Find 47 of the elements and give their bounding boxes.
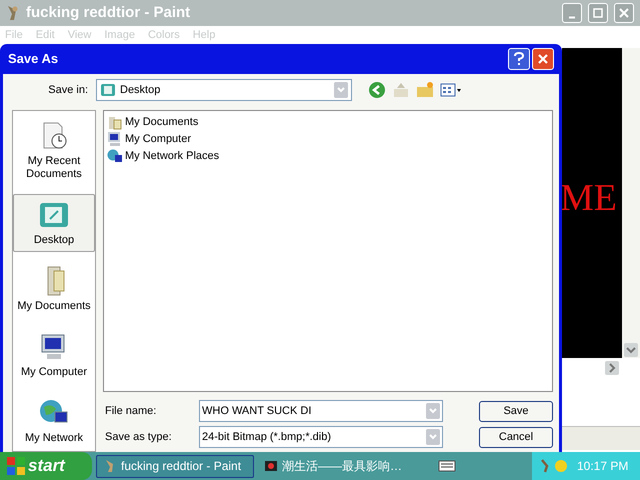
window-title: fucking reddtior - Paint	[26, 2, 192, 23]
places-item[interactable]: My Computer	[13, 326, 95, 384]
close-icon	[537, 53, 549, 65]
places-item[interactable]: My Documents	[13, 260, 95, 318]
places-item[interactable]: My Network	[13, 392, 95, 450]
scroll-down-icon	[624, 343, 638, 357]
minimize-button[interactable]	[562, 3, 582, 23]
folder-list-entry[interactable]: My Network Places	[125, 148, 220, 164]
cancel-button[interactable]: Cancel	[479, 427, 553, 448]
close-icon	[618, 7, 630, 19]
field-label: File name:	[104, 404, 158, 419]
app-icon	[264, 459, 278, 473]
close-button[interactable]	[614, 3, 634, 23]
places-item[interactable]: Desktop	[13, 194, 95, 252]
new-folder-icon	[416, 81, 434, 99]
canvas-text: ME	[560, 179, 617, 217]
save-in-dropdown[interactable]: Desktop	[96, 79, 352, 101]
tray-icon	[553, 458, 569, 474]
keyboard-icon	[438, 459, 456, 473]
scroll-right-icon	[605, 361, 619, 375]
view-menu-icon	[440, 82, 462, 98]
save-as-type-dropdown[interactable]: 24-bit Bitmap (*.bmp;*.dib)	[199, 426, 443, 448]
documents-folder-icon	[107, 114, 123, 130]
maximize-button[interactable]	[588, 3, 608, 23]
desktop-icon	[100, 82, 116, 98]
close-button[interactable]	[532, 48, 554, 70]
network-globe-icon	[107, 148, 123, 164]
places-item[interactable]: My Recent Documents	[13, 115, 95, 186]
save-button[interactable]: Save	[479, 401, 553, 422]
folder-list-entry[interactable]: My Documents	[125, 114, 198, 130]
maximize-icon	[592, 7, 604, 19]
minimize-icon	[568, 16, 576, 18]
scrollbar[interactable]	[622, 48, 640, 358]
taskbar-button[interactable]: fucking reddtior - Paint	[96, 454, 254, 478]
help-button[interactable]	[508, 48, 530, 70]
file-name-field[interactable]: WHO WANT SUCK DI	[199, 400, 443, 422]
up-folder-icon	[392, 81, 410, 99]
back-icon	[368, 81, 386, 99]
field-label: Save as type:	[104, 430, 173, 445]
dialog-title: Save As	[8, 50, 60, 68]
clock: 10:17 PM	[577, 458, 628, 475]
windows-logo-icon	[6, 456, 26, 476]
folder-list-entry[interactable]: My Computer	[125, 130, 192, 148]
help-icon	[513, 52, 525, 66]
field-label: Save in:	[47, 82, 89, 98]
tray-icon	[540, 458, 549, 474]
computer-icon	[107, 131, 123, 147]
